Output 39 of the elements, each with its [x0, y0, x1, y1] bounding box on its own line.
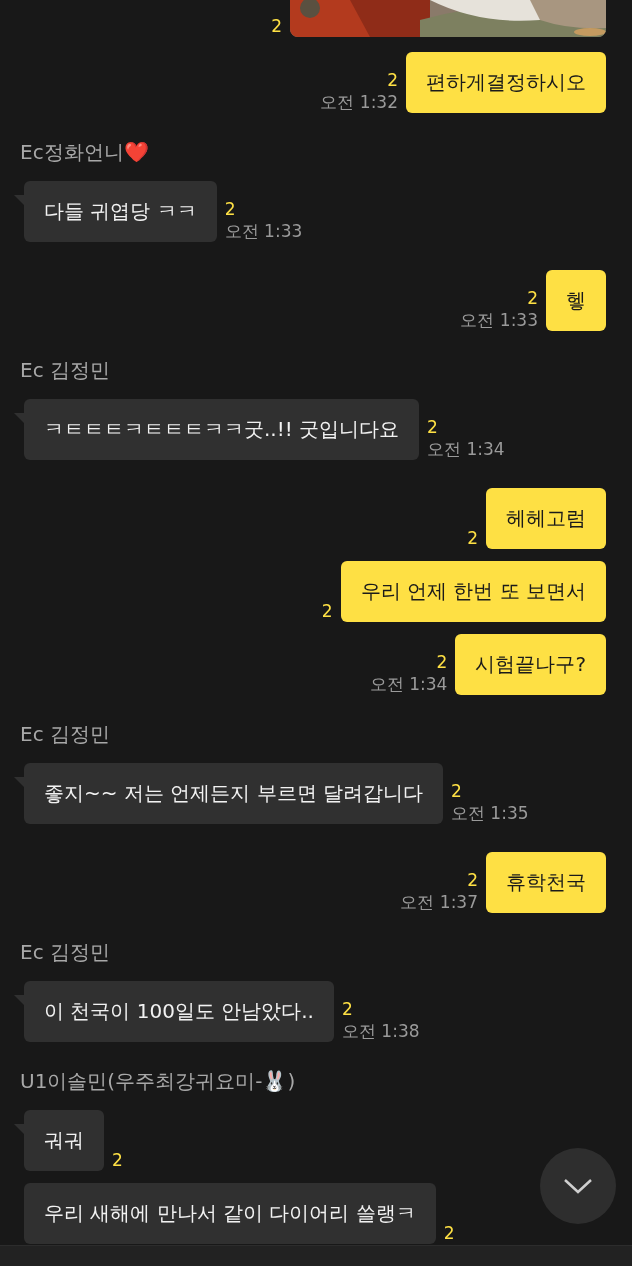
- message-bubble[interactable]: 우리 언제 한번 또 보면서: [340, 561, 606, 622]
- unread-count: 2: [450, 780, 462, 802]
- message-bubble[interactable]: 휴학천국: [486, 852, 606, 913]
- sender-name: Ec 김정민: [19, 939, 111, 965]
- unread-count: 2: [527, 287, 538, 309]
- message-bubble[interactable]: 시험끝나구?: [455, 634, 606, 695]
- message-time: 오전 1:37: [400, 891, 478, 913]
- unread-count: 2: [387, 69, 398, 91]
- message-bubble[interactable]: 우리 새해에 만나서 같이 다이어리 쓸랭ㅋ: [24, 1183, 436, 1244]
- message-bubble[interactable]: 헤헤고럼: [486, 488, 606, 549]
- unread-count: 2: [224, 198, 236, 220]
- unread-count: 2: [467, 869, 478, 891]
- message-bubble[interactable]: 다들 귀엽당 ㅋㅋ: [24, 181, 217, 242]
- message-time: 오전 1:38: [341, 1020, 420, 1042]
- message-time: 오전 1:33: [224, 220, 303, 242]
- message-bubble[interactable]: ㅋㅌㅌㅌㅋㅌㅌㅌㅋㅋ굿..!! 굿입니다요: [24, 399, 420, 460]
- message-time: 오전 1:33: [460, 309, 538, 331]
- message-bubble[interactable]: 이 천국이 100일도 안남았다..: [24, 981, 334, 1042]
- unread-count: 2: [467, 527, 478, 549]
- sender-name: Ec 김정민: [19, 721, 111, 747]
- chevron-down-icon: [563, 1178, 593, 1194]
- sender-name: Ec정화언니❤: [19, 139, 150, 165]
- message-bubble[interactable]: 헿: [546, 270, 606, 331]
- unread-count: 2: [427, 416, 438, 438]
- sender-name: U1이솔민(우주최강귀요미-🐰): [19, 1068, 297, 1094]
- unread-count: 2: [436, 651, 448, 673]
- unread-count: 2: [321, 600, 333, 622]
- message-time: 오전 1:35: [450, 802, 529, 824]
- unread-count: 2: [271, 15, 282, 37]
- sender-name: Ec 김정민: [19, 357, 111, 383]
- unread-count: 2: [112, 1149, 123, 1171]
- message-bubble[interactable]: 궈궈: [24, 1110, 104, 1171]
- unread-count: 2: [443, 1222, 455, 1244]
- message-time: 오전 1:34: [369, 673, 448, 695]
- message-bubble[interactable]: 편하게결정하시오: [406, 52, 606, 113]
- message-bubble[interactable]: 좋지~~ 저는 언제든지 부르면 달려갑니다: [24, 763, 443, 824]
- unread-count: 2: [341, 998, 353, 1020]
- message-time: 오전 1:32: [320, 91, 398, 113]
- message-time: 오전 1:34: [427, 438, 505, 460]
